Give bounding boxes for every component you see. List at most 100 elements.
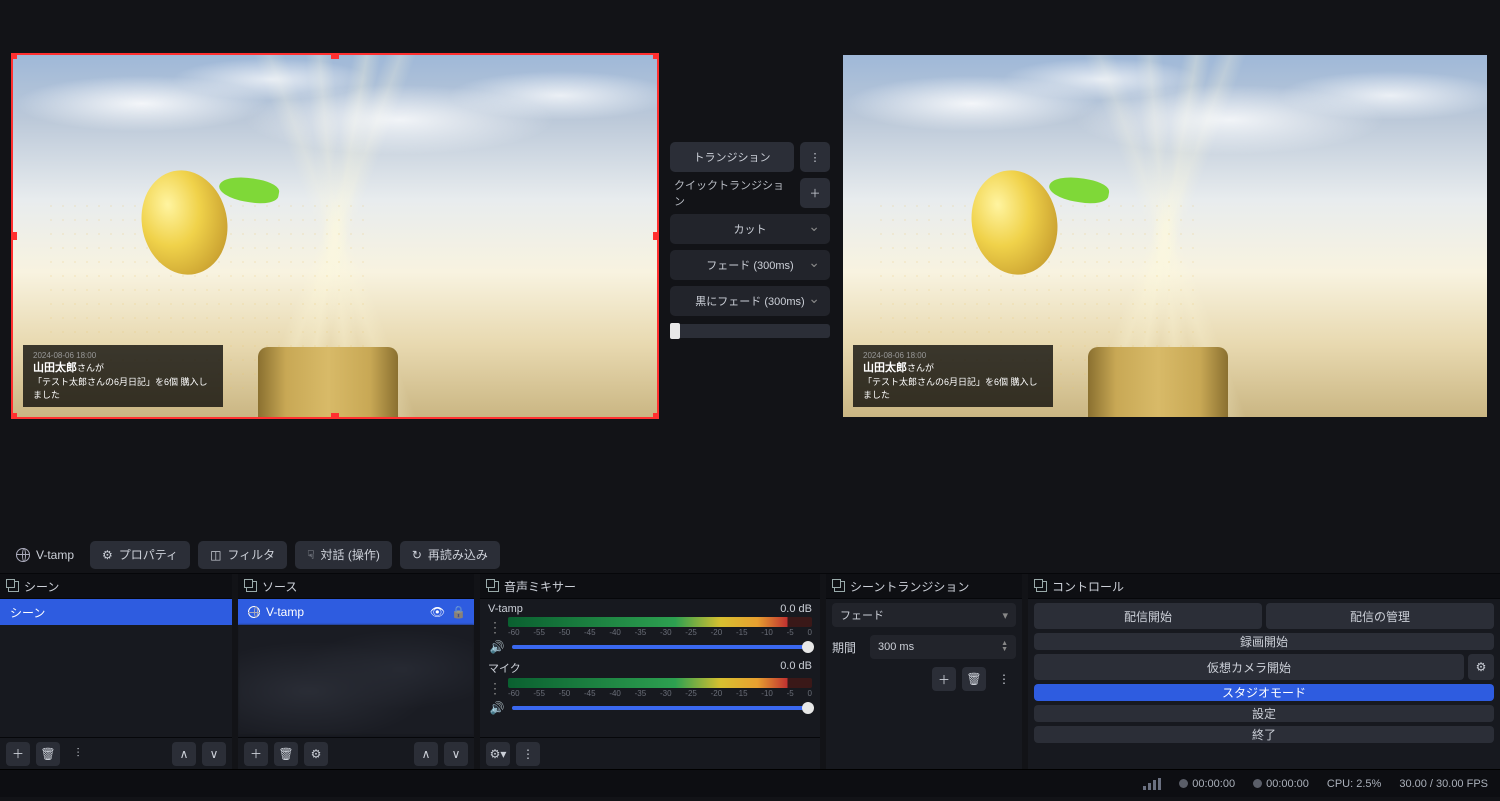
virtual-camera-button[interactable]: 仮想カメラ開始 [1034, 654, 1464, 680]
volume-slider[interactable] [512, 706, 812, 710]
audio-meter: -60-55-50-45-40-35-30-25-20-15-10-50 [508, 617, 812, 637]
remove-transition-button[interactable]: 🗑 [962, 667, 986, 691]
selected-source-label: V-tamp [8, 548, 82, 562]
audio-meter: -60-55-50-45-40-35-30-25-20-15-10-50 [508, 678, 812, 698]
resize-handle[interactable] [331, 55, 339, 59]
preview-area: 2024-08-06 18:00 山田太郎さんが 「テスト太郎さんの6月日記」を… [0, 0, 1500, 536]
channel-name: V-tamp [488, 603, 523, 615]
visibility-icon[interactable]: 👁 [430, 605, 445, 619]
quick-transition-item[interactable]: カット [670, 214, 830, 244]
popout-icon[interactable] [8, 581, 19, 592]
gear-icon: ⚙ [102, 548, 113, 562]
quick-transition-item[interactable]: フェード (300ms) [670, 250, 830, 280]
spinner-icon[interactable]: ▲▼ [1001, 641, 1008, 653]
add-transition-button[interactable]: ＋ [932, 667, 956, 691]
mixer-menu-button[interactable]: ⋮ [516, 742, 540, 766]
mixer-header: 音声ミキサー [480, 574, 820, 599]
source-toolbar: V-tamp ⚙プロパティ ◫フィルタ ☟対話 (操作) ↻再読み込み [0, 536, 1500, 574]
dock-panels: シーン シーン ＋ 🗑 ⫶ ∧ ∨ ソース V-tamp 👁 🔒 ＋ [0, 574, 1500, 769]
program-preview[interactable]: 2024-08-06 18:00 山田太郎さんが 「テスト太郎さんの6月日記」を… [830, 0, 1500, 536]
mixer-channel: V-tamp 0.0 dB ⋮ -60-55-50-45-40-35-30-25-… [480, 599, 820, 656]
reload-button[interactable]: ↻再読み込み [400, 541, 500, 569]
speaker-icon[interactable]: 🔊 [488, 701, 506, 715]
edit-preview[interactable]: 2024-08-06 18:00 山田太郎さんが 「テスト太郎さんの6月日記」を… [0, 0, 670, 536]
duration-input[interactable]: 300 ms ▲▼ [870, 635, 1016, 659]
scene-transition-panel: シーントランジション フェード 期間 300 ms ▲▼ ＋ 🗑 ⋮ [826, 574, 1022, 769]
scenes-header: シーン [0, 574, 232, 599]
cpu-usage: CPU: 2.5% [1327, 778, 1381, 790]
mixer-channel: マイク 0.0 dB ⋮ -60-55-50-45-40-35-30-25-20-… [480, 656, 820, 717]
studio-mode-button[interactable]: スタジオモード [1034, 684, 1494, 701]
quick-transition-item[interactable]: 黒にフェード (300ms) [670, 286, 830, 316]
fps-counter: 30.00 / 30.00 FPS [1399, 778, 1488, 790]
volume-slider[interactable] [512, 645, 812, 649]
scene-filter-button[interactable]: ⫶ [66, 742, 90, 766]
source-up-button[interactable]: ∧ [414, 742, 438, 766]
popout-icon[interactable] [246, 581, 257, 592]
globe-icon [16, 548, 30, 562]
transition-menu-button[interactable]: ⋮ [992, 667, 1016, 691]
channel-menu-icon[interactable]: ⋮ [488, 625, 502, 629]
settings-button[interactable]: 設定 [1034, 705, 1494, 722]
remove-scene-button[interactable]: 🗑 [36, 742, 60, 766]
channel-db: 0.0 dB [780, 603, 812, 615]
preview-source-box[interactable]: 2024-08-06 18:00 山田太郎さんが 「テスト太郎さんの6月日記」を… [13, 55, 657, 417]
preview-overlay: 2024-08-06 18:00 山田太郎さんが 「テスト太郎さんの6月日記」を… [23, 345, 223, 407]
mixer-settings-button[interactable]: ⚙▾ [486, 742, 510, 766]
transition-header: シーントランジション [826, 574, 1022, 599]
transition-select[interactable]: フェード [832, 603, 1016, 627]
start-recording-button[interactable]: 録画開始 [1034, 633, 1494, 650]
source-properties-button[interactable]: ⚙ [304, 742, 328, 766]
lock-icon[interactable]: 🔒 [451, 605, 466, 619]
properties-button[interactable]: ⚙プロパティ [90, 541, 190, 569]
scene-item[interactable]: シーン [0, 599, 232, 625]
scenes-panel: シーン シーン ＋ 🗑 ⫶ ∧ ∨ [0, 574, 232, 769]
quick-transition-label: クイックトランジション [670, 178, 794, 208]
add-scene-button[interactable]: ＋ [6, 742, 30, 766]
resize-handle[interactable] [13, 55, 17, 59]
virtual-camera-settings-button[interactable]: ⚙ [1468, 654, 1494, 680]
resize-handle[interactable] [13, 232, 17, 240]
sources-header: ソース [238, 574, 474, 599]
transition-menu-button[interactable]: ⋮ [800, 142, 830, 172]
exit-button[interactable]: 終了 [1034, 726, 1494, 743]
scene-up-button[interactable]: ∧ [172, 742, 196, 766]
resize-handle[interactable] [13, 413, 17, 417]
add-source-button[interactable]: ＋ [244, 742, 268, 766]
speaker-icon[interactable]: 🔊 [488, 640, 506, 654]
transition-button[interactable]: トランジション [670, 142, 794, 172]
channel-name: マイク [488, 660, 521, 676]
refresh-icon: ↻ [412, 548, 422, 562]
program-source-box: 2024-08-06 18:00 山田太郎さんが 「テスト太郎さんの6月日記」を… [843, 55, 1487, 417]
scene-down-button[interactable]: ∨ [202, 742, 226, 766]
remove-source-button[interactable]: 🗑 [274, 742, 298, 766]
globe-icon [248, 606, 260, 618]
live-timer: 00:00:00 [1179, 778, 1235, 790]
interact-button[interactable]: ☟対話 (操作) [295, 541, 392, 569]
manage-broadcast-button[interactable]: 配信の管理 [1266, 603, 1494, 629]
resize-handle[interactable] [653, 232, 657, 240]
filter-icon: ◫ [210, 548, 221, 562]
sources-footer: ＋ 🗑 ⚙ ∧ ∨ [238, 737, 474, 769]
resize-handle[interactable] [653, 55, 657, 59]
popout-icon[interactable] [488, 581, 499, 592]
filters-button[interactable]: ◫フィルタ [198, 541, 287, 569]
channel-db: 0.0 dB [780, 660, 812, 676]
tbar-slider[interactable] [670, 324, 830, 338]
pointer-icon: ☟ [307, 548, 314, 562]
resize-handle[interactable] [653, 413, 657, 417]
sources-panel: ソース V-tamp 👁 🔒 ＋ 🗑 ⚙ ∧ ∨ [238, 574, 474, 769]
rec-timer: 00:00:00 [1253, 778, 1309, 790]
channel-menu-icon[interactable]: ⋮ [488, 686, 502, 690]
popout-icon[interactable] [834, 581, 845, 592]
mixer-footer: ⚙▾ ⋮ [480, 737, 820, 769]
popout-icon[interactable] [1036, 581, 1047, 592]
controls-header: コントロール [1028, 574, 1500, 599]
duration-label: 期間 [832, 639, 864, 656]
add-quick-transition-button[interactable]: ＋ [800, 178, 830, 208]
source-item[interactable]: V-tamp 👁 🔒 [238, 599, 474, 625]
resize-handle[interactable] [331, 413, 339, 417]
start-streaming-button[interactable]: 配信開始 [1034, 603, 1262, 629]
source-down-button[interactable]: ∨ [444, 742, 468, 766]
overlay-timestamp: 2024-08-06 18:00 [33, 350, 213, 361]
